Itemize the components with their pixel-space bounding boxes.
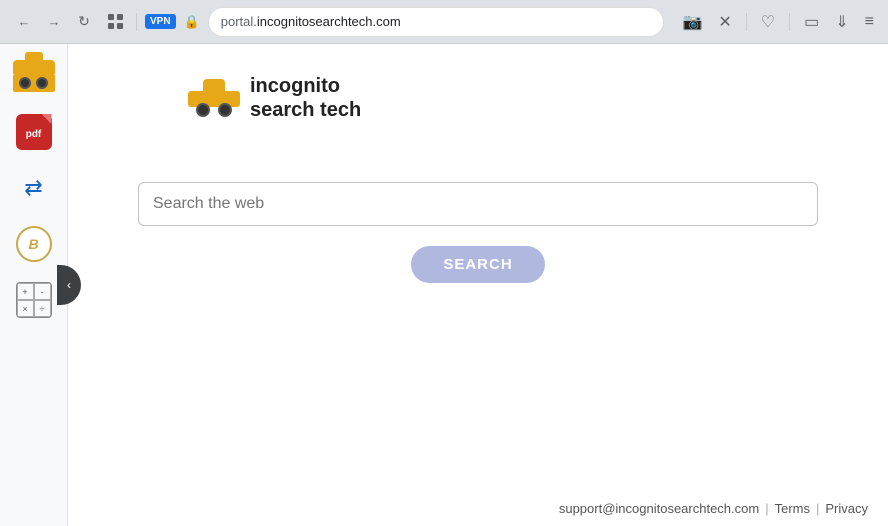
logo-text-line1: incognito [250,74,361,98]
address-text: portal.incognitosearchtech.com [221,14,401,29]
hat-container [188,79,240,117]
hat-body [13,74,55,92]
wheel-right-large [218,103,232,117]
toolbar-icons: 📷 ✕ ♡ ▭ ⇓ ≡ [680,10,876,34]
vpn-badge: VPN [145,14,176,29]
forward-button[interactable]: → [42,10,66,34]
support-email-link[interactable]: support@incognitosearchtech.com [559,501,759,516]
collapse-chevron-icon: ‹ [67,278,71,292]
logo-text-block: incognito search tech [250,74,361,122]
sidebar-item-incognito-logo[interactable] [14,56,54,96]
divider-1 [746,13,747,31]
terms-link[interactable]: Terms [775,501,810,516]
download-icon[interactable]: ⇓ [833,10,850,34]
sidebar-item-pdf[interactable]: pdf [14,112,54,152]
heart-icon[interactable]: ♡ [759,10,777,34]
camera-icon[interactable]: 📷 [680,10,704,34]
wheel-left [19,77,31,89]
divider-apps [136,13,137,31]
back-button[interactable]: ← [12,10,36,34]
search-button[interactable]: SEARCH [411,246,544,283]
sidebar-item-grid-calc[interactable]: + - × ÷ [14,280,54,320]
url-prefix: portal. [221,14,257,29]
apps-icon[interactable] [108,14,124,30]
privacy-link[interactable]: Privacy [825,501,868,516]
footer-divider-2: | [816,501,819,516]
sidebar-item-arrows[interactable]: ⇄ [14,168,54,208]
btc-letter: B [28,236,38,252]
logo-graphic-large [188,79,240,117]
bitcoin-icon: B [16,226,52,262]
hat-wheels [188,103,240,117]
wheel-left-large [196,103,210,117]
hat-top-brim [203,79,225,91]
nav-buttons: ← → ↻ [12,10,96,34]
logo-area: incognito search tech [188,74,361,122]
hat-top [13,60,55,74]
arrows-icon: ⇄ [24,175,42,201]
main-layout: pdf ⇄ ‹ B + - × ÷ [0,44,888,526]
close-circle-icon[interactable]: ✕ [716,10,733,34]
footer: support@incognitosearchtech.com | Terms … [559,501,868,516]
apps-grid [108,14,124,30]
address-bar[interactable]: portal.incognitosearchtech.com [208,7,665,37]
search-area: SEARCH [68,182,888,283]
refresh-button[interactable]: ↻ [72,10,96,34]
share-icon[interactable]: ▭ [802,10,821,34]
grid-cell-2: - [34,283,51,300]
search-input[interactable] [153,195,803,213]
pdf-label: pdf [26,129,42,140]
grid-calc-icon: + - × ÷ [16,282,52,318]
footer-divider-1: | [765,501,768,516]
browser-chrome: ← → ↻ VPN 🔒 portal.incognitosearchtech.c… [0,0,888,44]
search-input-container [138,182,818,226]
grid-cell-1: + [17,283,34,300]
logo-text-line2: search tech [250,98,361,122]
menu-icon[interactable]: ≡ [863,11,876,33]
sidebar: pdf ⇄ ‹ B + - × ÷ [0,44,68,526]
content-area: incognito search tech SEARCH support@inc… [68,44,888,526]
grid-cell-4: ÷ [34,300,51,317]
wheel-right [36,77,48,89]
url-domain: incognitosearchtech.com [257,14,401,29]
pdf-icon: pdf [16,114,52,150]
lock-icon: 🔒 [184,14,200,30]
incognito-hat-graphic [13,60,55,92]
sidebar-item-bitcoin[interactable]: B [14,224,54,264]
divider-2 [789,13,790,31]
grid-cell-3: × [17,300,34,317]
